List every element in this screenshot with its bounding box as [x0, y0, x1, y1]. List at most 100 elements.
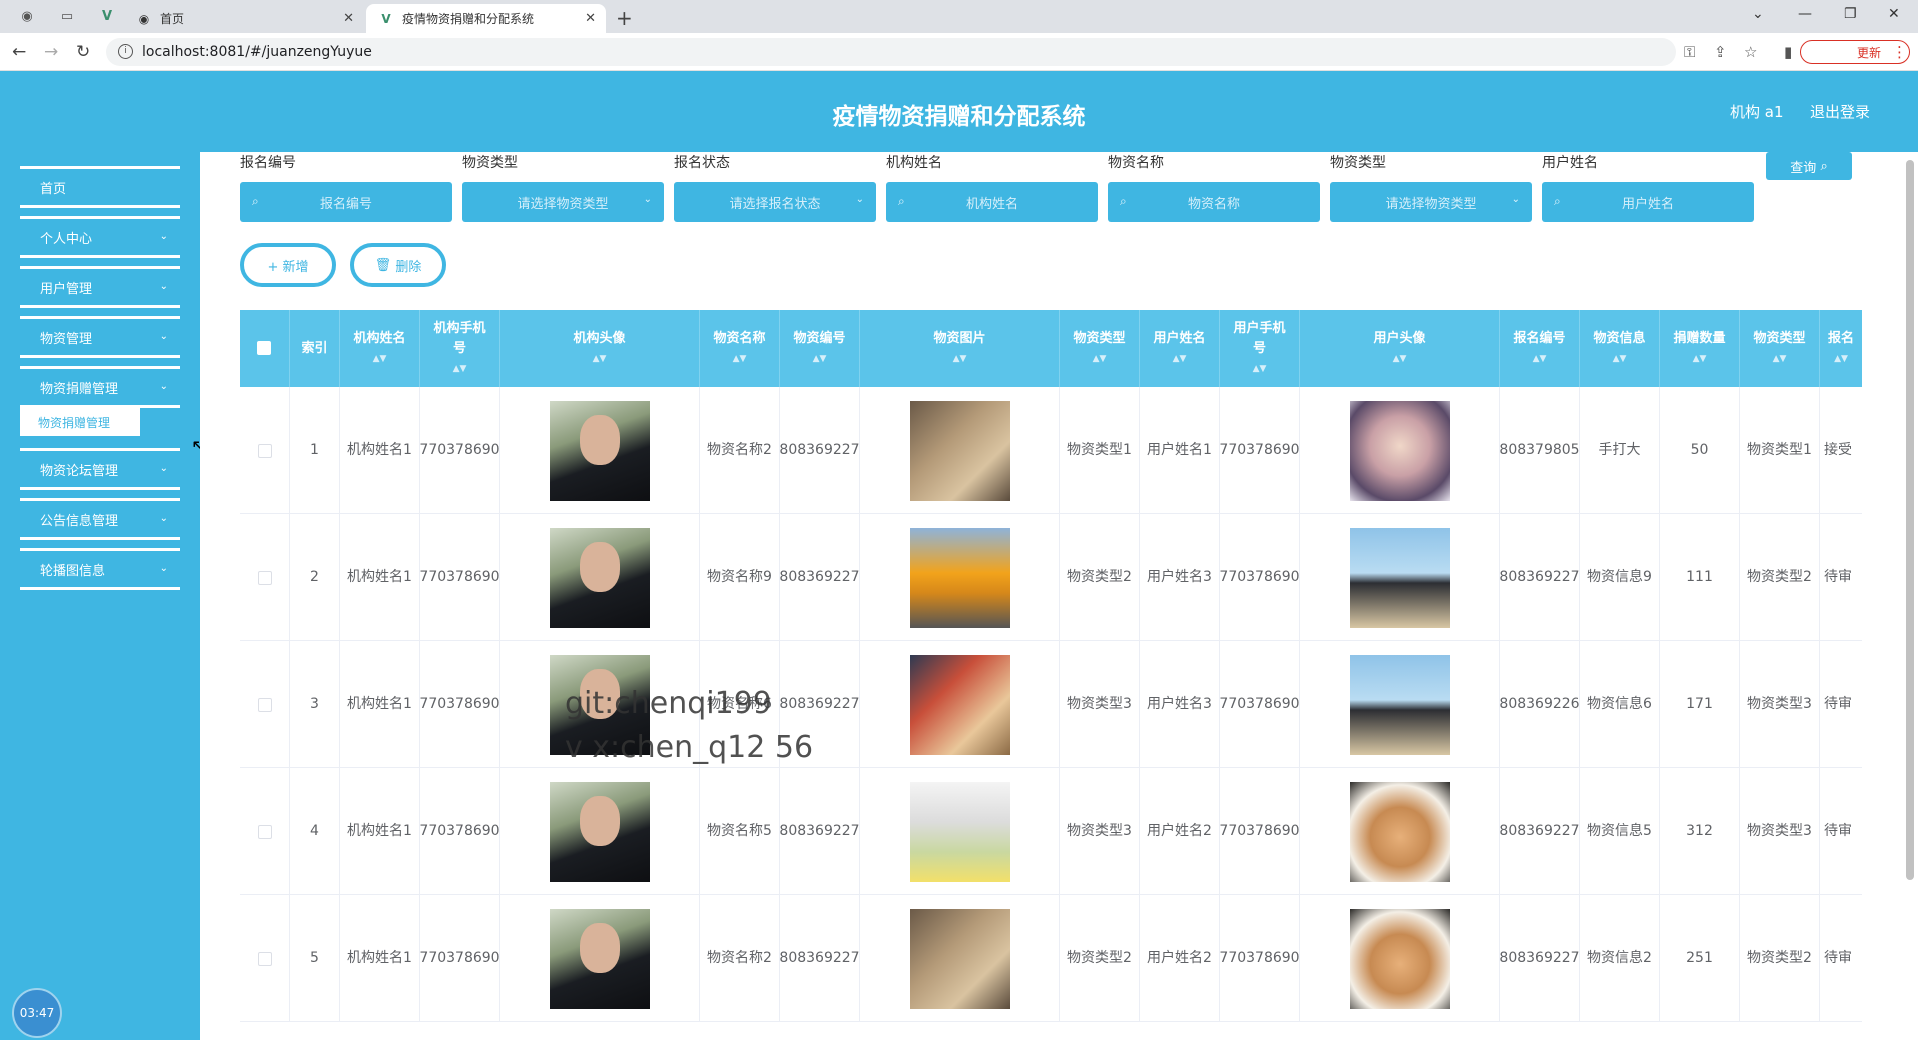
close-icon[interactable]: ✕ [343, 11, 354, 26]
vertical-scrollbar[interactable] [1906, 160, 1914, 880]
filter-signup-no[interactable]: ⌕ 报名编号 [240, 182, 452, 222]
col-header[interactable]: 物资图片 ▲▼ [860, 310, 1060, 387]
sidebar-item-label: 公告信息管理 [40, 513, 119, 529]
row-checkbox[interactable] [257, 824, 272, 839]
row-checkbox[interactable] [257, 697, 272, 712]
filter-goods-type[interactable]: 请选择物资类型 ⌄ [462, 182, 664, 222]
user-avatar-image[interactable] [1349, 908, 1450, 1009]
window-close-button[interactable]: ✕ [1888, 6, 1900, 22]
image-cell [500, 514, 700, 641]
org-avatar-image[interactable] [549, 781, 650, 882]
sidebar-item-carousel[interactable]: 轮播图信息 ⌄ [20, 548, 180, 590]
close-icon[interactable]: ✕ [585, 11, 596, 26]
row-checkbox[interactable] [257, 443, 272, 458]
org-avatar-image[interactable] [549, 527, 650, 628]
table-row[interactable]: 4 机构姓名1 17703786901 物资名称5 1680836922749 物资类型3… [240, 768, 1862, 895]
pinned-tab-icon[interactable]: ▭ [58, 7, 76, 25]
col-header[interactable]: 机构姓名 ▲▼ [340, 310, 420, 387]
goods-img-image[interactable] [909, 654, 1010, 755]
restore-button[interactable]: ❐ [1844, 6, 1857, 22]
goods-img-image[interactable] [909, 527, 1010, 628]
col-header[interactable]: 物资编号 ▲▼ [780, 310, 860, 387]
table-row[interactable]: 5 机构姓名1 17703786901 物资名称2 1680836922716 物资类型2… [240, 895, 1862, 1022]
row-checkbox[interactable] [257, 951, 272, 966]
filter-user-name[interactable]: ⌕ 用户姓名 [1542, 182, 1754, 222]
col-header[interactable]: 用户头像 ▲▼ [1300, 310, 1500, 387]
user-avatar-image[interactable] [1349, 400, 1450, 501]
org-avatar-image[interactable] [549, 908, 650, 1009]
goods-img-image[interactable] [909, 908, 1010, 1009]
share-icon[interactable]: ⇪ [1714, 43, 1727, 61]
filter-goods-name[interactable]: ⌕ 物资名称 [1108, 182, 1320, 222]
sidebar-item-forum[interactable]: 物资论坛管理 ⌄ [20, 448, 180, 490]
col-header[interactable]: 用户姓名 ▲▼ [1140, 310, 1220, 387]
cell-goods-info: 物资信息2 [1580, 895, 1660, 1022]
sort-icon: ▲▼ [1532, 353, 1547, 364]
cell-user-name: 用户姓名3 [1140, 641, 1220, 768]
col-header[interactable]: 物资类型 ▲▼ [1060, 310, 1140, 387]
table-row[interactable]: 2 机构姓名1 17703786901 物资名称9 1680836922760 物资类型2… [240, 514, 1862, 641]
org-avatar-image[interactable] [549, 400, 650, 501]
forward-button[interactable]: → [44, 42, 58, 62]
col-header[interactable]: 物资名称 ▲▼ [700, 310, 780, 387]
sidebar-item-home[interactable]: 首页 [20, 166, 180, 208]
row-checkbox[interactable] [257, 570, 272, 585]
user-avatar-image[interactable] [1349, 654, 1450, 755]
tab-search-icon[interactable]: ⌄ [1752, 6, 1764, 22]
filter-label: 机构姓名 [886, 155, 942, 171]
sidebar-item-profile[interactable]: 个人中心 ⌄ [20, 216, 180, 258]
select-all-checkbox[interactable] [257, 341, 271, 355]
sidebar-item-users[interactable]: 用户管理 ⌄ [20, 266, 180, 308]
tab-active[interactable]: V 疫情物资捐赠和分配系统 ✕ [366, 4, 606, 33]
vue-icon[interactable]: V [98, 7, 116, 25]
url-input[interactable]: i localhost:8081/#/juanzengYuyue [106, 38, 1676, 66]
goods-img-image[interactable] [909, 781, 1010, 882]
filter-goods-type-2[interactable]: 请选择物资类型 ⌄ [1330, 182, 1532, 222]
add-button[interactable]: + 新增 [240, 243, 336, 287]
back-button[interactable]: ← [12, 42, 26, 62]
col-header[interactable]: 报名 ▲▼ [1820, 310, 1862, 387]
cell-user-phone: 17703786902 [1220, 768, 1300, 895]
col-label: 机构头像 [573, 330, 626, 346]
cell-text: 机构姓名1 [347, 569, 412, 585]
goods-img-image[interactable] [909, 400, 1010, 501]
sidebar-item-goods[interactable]: 物资管理 ⌄ [20, 316, 180, 358]
table-row[interactable]: 3机构姓名117703786901物资名称61680836922764物资类型3… [240, 641, 1862, 768]
delete-button[interactable]: 🗑 删除 [350, 243, 446, 287]
cell-text: 物资类型2 [1067, 950, 1132, 966]
user-avatar-image[interactable] [1349, 527, 1450, 628]
col-header[interactable]: 捐赠数量 ▲▼ [1660, 310, 1740, 387]
cell-index: 2 [290, 514, 340, 641]
sidepanel-icon[interactable]: ▮ [1784, 43, 1792, 61]
table-row[interactable]: 1 机构姓名1 17703786901 物资名称2 1680836922716 物资类型1… [240, 387, 1862, 514]
logout-link[interactable]: 退出登录 [1810, 101, 1870, 122]
key-icon[interactable]: ⚿ [1684, 43, 1695, 61]
filter-signup-status[interactable]: 请选择报名状态 ⌄ [674, 182, 876, 222]
col-header[interactable]: 物资信息 ▲▼ [1580, 310, 1660, 387]
star-icon[interactable]: ☆ [1744, 43, 1757, 61]
query-button[interactable]: 查询 ⌕ [1766, 152, 1852, 180]
sidebar-item-notice[interactable]: 公告信息管理 ⌄ [20, 498, 180, 540]
col-header[interactable]: 报名编号 ▲▼ [1500, 310, 1580, 387]
col-header[interactable]: 物资类型 ▲▼ [1740, 310, 1820, 387]
row-select-cell [240, 768, 290, 895]
more-icon[interactable]: ⋮ [1892, 43, 1907, 61]
filter-org-name[interactable]: ⌕ 机构姓名 [886, 182, 1098, 222]
new-tab-button[interactable]: + [616, 6, 633, 30]
sidebar-item-donation[interactable]: 物资捐赠管理 ⌄ [20, 366, 180, 408]
minimize-button[interactable]: — [1798, 6, 1812, 22]
col-header[interactable]: 索引 [290, 310, 340, 387]
cell-qty: 251 [1660, 895, 1740, 1022]
cell-qty: 111 [1660, 514, 1740, 641]
tab-home[interactable]: ◉ 首页 ✕ [124, 4, 364, 33]
cell-text: 17703786901 [420, 950, 500, 966]
reload-button[interactable]: ↻ [76, 42, 90, 62]
cell-index: 3 [290, 641, 340, 768]
col-header[interactable]: 机构手机号 ▲▼ [420, 310, 500, 387]
info-icon[interactable]: i [118, 44, 133, 59]
globe-icon[interactable]: ◉ [18, 7, 36, 25]
col-header[interactable]: 机构头像 ▲▼ [500, 310, 700, 387]
sidebar-subitem-donation[interactable]: 物资捐赠管理 [20, 408, 140, 436]
user-avatar-image[interactable] [1349, 781, 1450, 882]
col-header[interactable]: 用户手机号 ▲▼ [1220, 310, 1300, 387]
